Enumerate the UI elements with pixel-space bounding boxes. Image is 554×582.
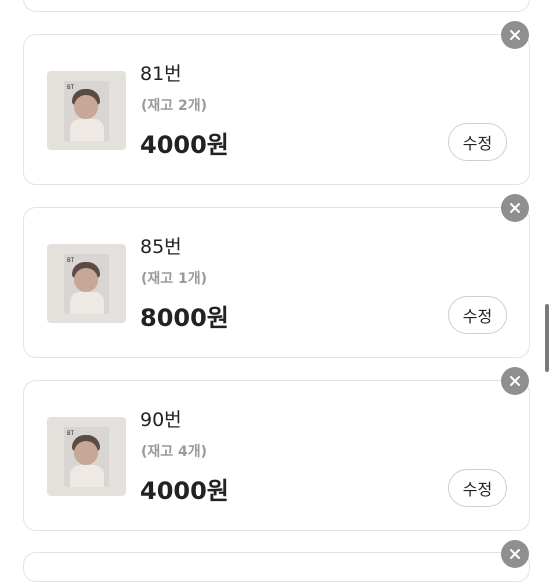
product-name: 85번 [140, 236, 182, 258]
product-name: 90번 [140, 409, 182, 431]
delete-button[interactable] [501, 21, 529, 49]
photocard-image: BT [64, 254, 109, 314]
product-card-partial-top [23, 0, 530, 12]
delete-button[interactable] [501, 540, 529, 568]
product-card: BT 81번 (재고 2개) 4000원 수정 [23, 34, 530, 185]
close-icon [510, 30, 520, 40]
close-icon [510, 549, 520, 559]
edit-button[interactable]: 수정 [448, 469, 507, 507]
close-icon [510, 376, 520, 386]
product-name: 81번 [140, 63, 182, 85]
product-card-partial-bottom [23, 552, 530, 582]
delete-button[interactable] [501, 194, 529, 222]
delete-button[interactable] [501, 367, 529, 395]
product-thumbnail: BT [47, 71, 126, 150]
product-price: 4000원 [140, 131, 229, 159]
product-card: BT 90번 (재고 4개) 4000원 수정 [23, 380, 530, 531]
photocard-logo: BT [67, 257, 75, 264]
product-price: 4000원 [140, 477, 229, 505]
scrollbar-thumb[interactable] [545, 304, 549, 372]
edit-button[interactable]: 수정 [448, 296, 507, 334]
product-thumbnail: BT [47, 244, 126, 323]
product-stock: (재고 1개) [141, 271, 208, 287]
photocard-image: BT [64, 81, 109, 141]
photocard-logo: BT [67, 430, 75, 437]
photocard-logo: BT [67, 84, 75, 91]
edit-button[interactable]: 수정 [448, 123, 507, 161]
product-stock: (재고 4개) [141, 444, 208, 460]
photocard-image: BT [64, 427, 109, 487]
product-price: 8000원 [140, 304, 229, 332]
product-thumbnail: BT [47, 417, 126, 496]
product-stock: (재고 2개) [141, 98, 208, 114]
product-card: BT 85번 (재고 1개) 8000원 수정 [23, 207, 530, 358]
close-icon [510, 203, 520, 213]
